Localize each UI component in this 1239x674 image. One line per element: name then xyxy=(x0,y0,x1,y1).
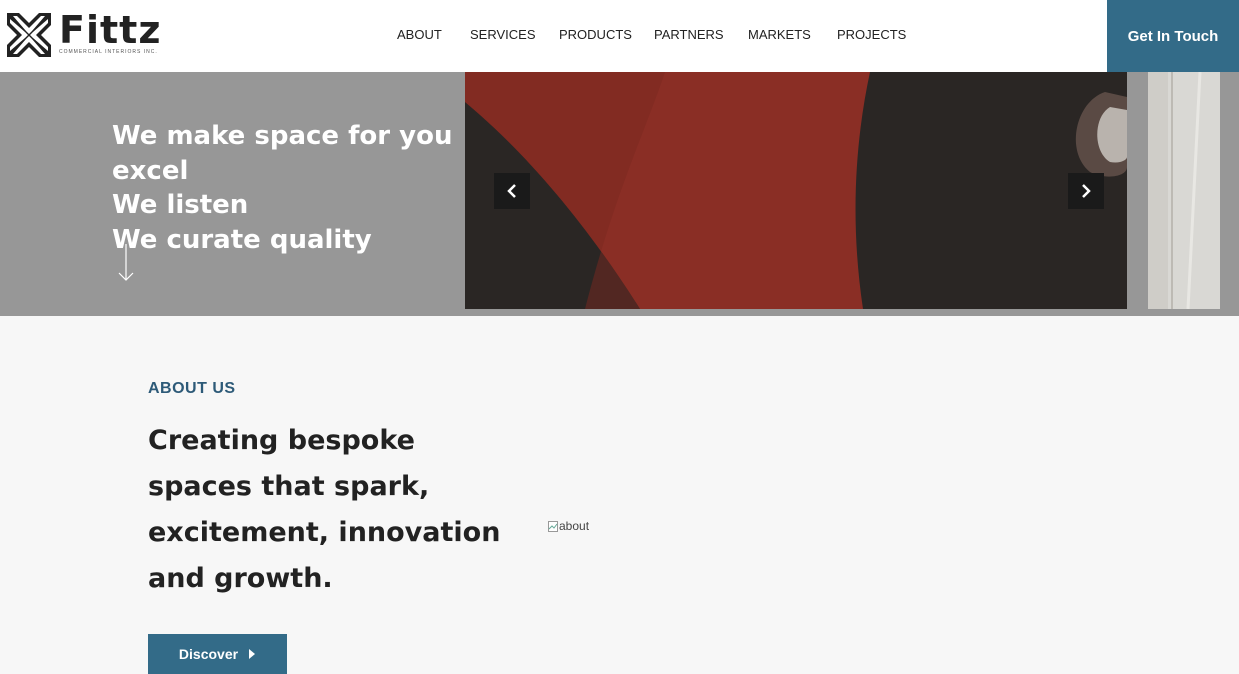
about-heading: Creating bespoke spaces that spark, exci… xyxy=(148,418,500,602)
discover-button[interactable]: Discover xyxy=(148,634,287,674)
nav-partners[interactable]: PARTNERS xyxy=(654,27,724,42)
about-kicker: ABOUT US xyxy=(148,380,236,397)
hero-slide-image xyxy=(465,72,1127,309)
about-heading-line: spaces that spark, xyxy=(148,471,430,502)
chevron-right-icon xyxy=(1082,184,1091,198)
logo[interactable]: Fittz COMMERCIAL INTERIORS INC. xyxy=(7,8,162,57)
nav-services[interactable]: SERVICES xyxy=(470,27,536,42)
arrow-down-icon[interactable] xyxy=(118,244,134,282)
hero-line: We curate quality xyxy=(112,224,372,255)
hero-line: We make space for you xyxy=(112,121,453,151)
logo-name: Fittz xyxy=(59,8,162,52)
discover-label: Discover xyxy=(178,646,239,662)
hero-line: We listen xyxy=(112,190,249,220)
caret-right-icon xyxy=(249,649,256,659)
chevron-left-icon xyxy=(507,184,516,198)
hero-slide-next-preview xyxy=(1148,72,1220,309)
nav-markets[interactable]: MARKETS xyxy=(748,27,811,42)
hero-line: excel xyxy=(112,155,189,186)
slider-next-button[interactable] xyxy=(1068,173,1104,209)
about-image-alt: about xyxy=(559,519,590,533)
broken-image-icon xyxy=(548,520,558,532)
get-in-touch-button[interactable]: Get In Touch xyxy=(1107,0,1239,72)
about-section: ABOUT US Creating bespoke spaces that sp… xyxy=(0,316,1239,674)
hero-headline: We make space for you excel We listen We… xyxy=(112,119,452,257)
slider-prev-button[interactable] xyxy=(494,173,530,209)
nav-products[interactable]: PRODUCTS xyxy=(559,27,632,42)
about-heading-line: Creating bespoke xyxy=(148,425,415,456)
about-image-broken: about xyxy=(548,519,589,533)
about-heading-line: and growth. xyxy=(148,563,333,594)
logo-mark-icon xyxy=(7,13,51,57)
about-heading-line: excitement, innovation xyxy=(148,517,501,548)
nav-projects[interactable]: PROJECTS xyxy=(837,27,906,42)
hero-section: We make space for you excel We listen We… xyxy=(0,72,1239,316)
nav-about[interactable]: ABOUT xyxy=(397,27,442,42)
site-header: Fittz COMMERCIAL INTERIORS INC. ABOUT SE… xyxy=(0,0,1239,72)
logo-tagline: COMMERCIAL INTERIORS INC. xyxy=(59,49,158,55)
